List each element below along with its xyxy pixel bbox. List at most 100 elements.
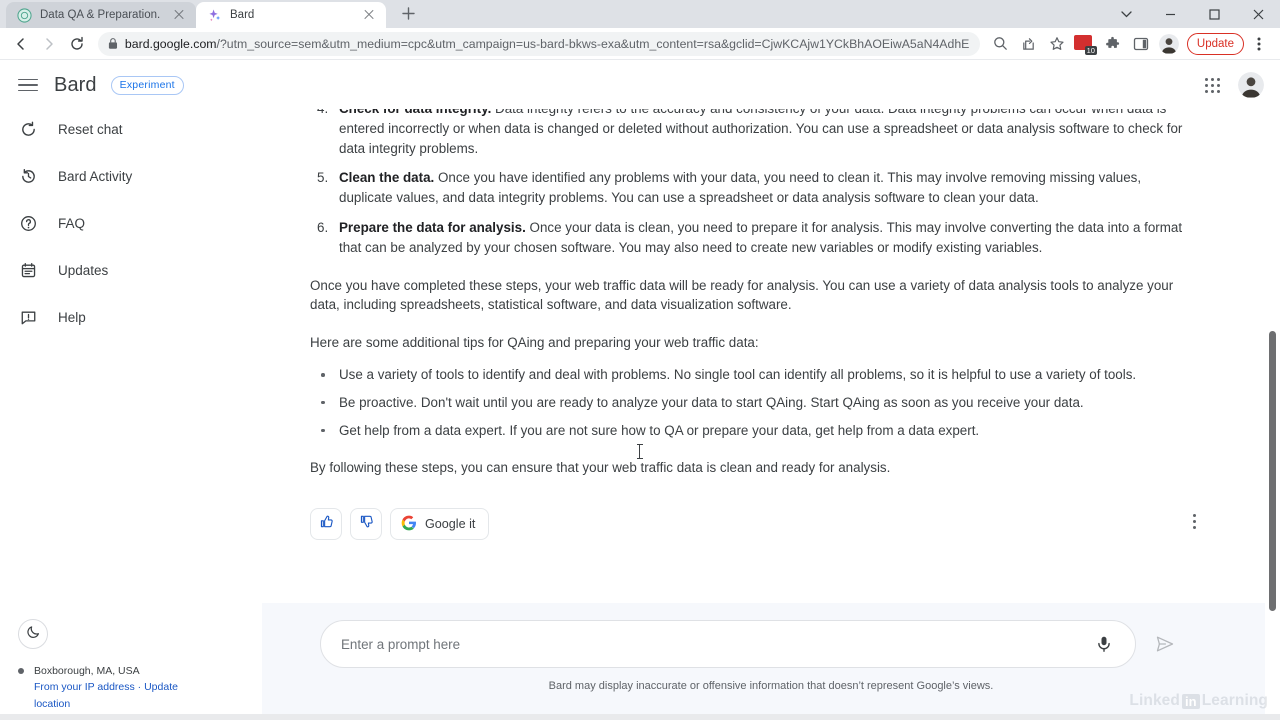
conversation-scroll-area: Check for data integrity. Data integrity… [262, 109, 1280, 603]
extension-badge-icon[interactable]: 10 [1072, 31, 1098, 57]
update-location-link[interactable]: From your IP address · Update location [34, 681, 178, 710]
browser-tab-bard[interactable]: Bard [196, 2, 386, 28]
thumbs-up-button[interactable] [310, 508, 342, 541]
url-host: bard.google.com [124, 36, 217, 51]
composer-zone: Enter a prompt here Bard may display ina… [262, 603, 1280, 720]
browser-tab-data-qa[interactable]: Data QA & Preparation. [6, 2, 196, 28]
location-dot-icon [18, 667, 24, 674]
step-title: Clean the data. [339, 170, 435, 186]
sidebar-item-label: Help [58, 309, 86, 325]
watermark-in: in [1181, 693, 1200, 709]
sidebar-item-bard-activity[interactable]: Bard Activity [0, 156, 262, 196]
response-body: Check for data integrity. Data integrity… [310, 109, 1194, 478]
update-button[interactable]: Update [1186, 32, 1244, 55]
search-icon[interactable] [988, 31, 1014, 57]
scrollbar-thumb[interactable] [1269, 331, 1276, 611]
microphone-icon[interactable] [1093, 633, 1115, 655]
history-clock-icon [18, 166, 38, 186]
linkedin-learning-watermark: Linked in Learning [1129, 692, 1268, 710]
step-title: Check for data integrity. [339, 109, 491, 116]
experiment-badge: Experiment [110, 75, 184, 95]
thumbs-down-button[interactable] [350, 508, 382, 541]
send-button[interactable] [1154, 633, 1176, 655]
sidebar-item-updates[interactable]: Updates [0, 250, 262, 290]
list-item: Clean the data. Once you have identified… [310, 168, 1194, 208]
maximize-button[interactable] [1192, 0, 1236, 28]
bard-header: Bard Experiment [0, 61, 1280, 109]
thumbs-down-icon [359, 514, 374, 534]
scrollbar-track[interactable] [1265, 109, 1280, 720]
bard-sparkle-icon [209, 9, 221, 21]
puzzle-extensions-icon[interactable] [1100, 31, 1126, 57]
dark-mode-toggle[interactable] [18, 618, 48, 649]
sidebar-item-reset-chat[interactable]: Reset chat [0, 109, 262, 149]
close-icon[interactable] [172, 8, 186, 22]
profile-avatar-icon[interactable] [1156, 31, 1182, 57]
list-item: Prepare the data for analysis. Once your… [310, 218, 1194, 258]
paragraph-summary: Once you have completed these steps, you… [310, 277, 1174, 313]
tab-search-chevron-icon[interactable] [1104, 0, 1148, 28]
calendar-icon [18, 260, 38, 280]
sidebar-item-help[interactable]: Help [0, 297, 262, 337]
search-input[interactable]: Enter a prompt here [341, 637, 1093, 652]
sidebar-item-label: Reset chat [58, 121, 123, 137]
sidebar-item-label: FAQ [58, 215, 86, 231]
close-icon[interactable] [362, 8, 376, 22]
sidebar-item-faq[interactable]: FAQ [0, 203, 262, 243]
list-item: Be proactive. Don't wait until you are r… [310, 393, 1194, 413]
location-text: Boxborough, MA, USA From your IP address… [34, 663, 184, 713]
minimize-button[interactable] [1148, 0, 1192, 28]
google-it-label: Google it [425, 517, 476, 532]
plus-icon [401, 6, 415, 20]
moon-icon [26, 624, 41, 644]
watermark-suffix: Learning [1201, 692, 1268, 709]
bard-app: Bard Experiment Reset chat Bard Activity… [0, 61, 1280, 720]
reload-icon[interactable] [64, 31, 90, 57]
google-apps-grid-icon[interactable] [1205, 77, 1220, 93]
extension-badge-count: 10 [1084, 45, 1097, 55]
response-actions: Google it [310, 508, 1196, 564]
extension-badge: 10 [1073, 34, 1097, 55]
side-panel-icon[interactable] [1128, 31, 1154, 57]
tips-bullet-list: Use a variety of tools to identify and d… [310, 365, 1194, 440]
step-body: Once you have identified any problems wi… [339, 170, 1142, 206]
send-paper-plane-icon [1154, 636, 1176, 659]
new-tab-button[interactable] [394, 0, 422, 27]
back-arrow-icon[interactable] [8, 31, 34, 57]
close-window-button[interactable] [1236, 0, 1280, 28]
teal-circle-icon [17, 7, 32, 23]
list-item: Get help from a data expert. If you are … [310, 421, 1194, 441]
disclaimer-text: Bard may display inaccurate or offensive… [548, 680, 994, 692]
response-more-options-icon[interactable] [1189, 510, 1200, 533]
user-avatar-icon[interactable] [1238, 72, 1264, 98]
address-bar[interactable]: bard.google.com/?utm_source=sem&utm_medi… [98, 31, 980, 56]
main-content: Check for data integrity. Data integrity… [262, 109, 1280, 720]
feedback-chat-icon [18, 307, 38, 327]
google-it-button[interactable]: Google it [390, 508, 490, 541]
list-item: Check for data integrity. Data integrity… [310, 109, 1194, 158]
hamburger-menu-icon[interactable] [16, 73, 40, 97]
paragraph-tips-intro: Here are some additional tips for QAing … [310, 335, 759, 351]
window-bottom-edge [0, 714, 1280, 720]
thumbs-up-icon [319, 514, 334, 534]
browser-window: Data QA & Preparation. Bard bard.google.… [0, 0, 1280, 720]
tab-title: Data QA & Preparation. [40, 9, 161, 21]
question-circle-icon [18, 213, 38, 233]
url-path: /?utm_source=sem&utm_medium=cpc&utm_camp… [216, 36, 970, 51]
watermark-prefix: Linked [1129, 692, 1180, 709]
prompt-input-container[interactable]: Enter a prompt here [320, 620, 1136, 668]
share-icon[interactable] [1016, 31, 1042, 57]
sidebar-item-label: Bard Activity [58, 168, 133, 184]
location-info: Boxborough, MA, USA From your IP address… [18, 663, 262, 713]
location-place: Boxborough, MA, USA [34, 664, 140, 677]
list-item: Use a variety of tools to identify and d… [310, 365, 1194, 385]
forward-arrow-icon[interactable] [36, 31, 62, 57]
reset-refresh-icon [18, 119, 38, 139]
page-title: Bard [54, 73, 97, 96]
bookmark-star-icon[interactable] [1044, 31, 1070, 57]
sidebar-item-label: Updates [58, 262, 109, 278]
tab-title: Bard [230, 9, 255, 21]
chrome-menu-three-dots-icon[interactable] [1246, 31, 1272, 57]
google-g-icon [401, 515, 417, 534]
numbered-steps-list: Check for data integrity. Data integrity… [310, 109, 1194, 258]
